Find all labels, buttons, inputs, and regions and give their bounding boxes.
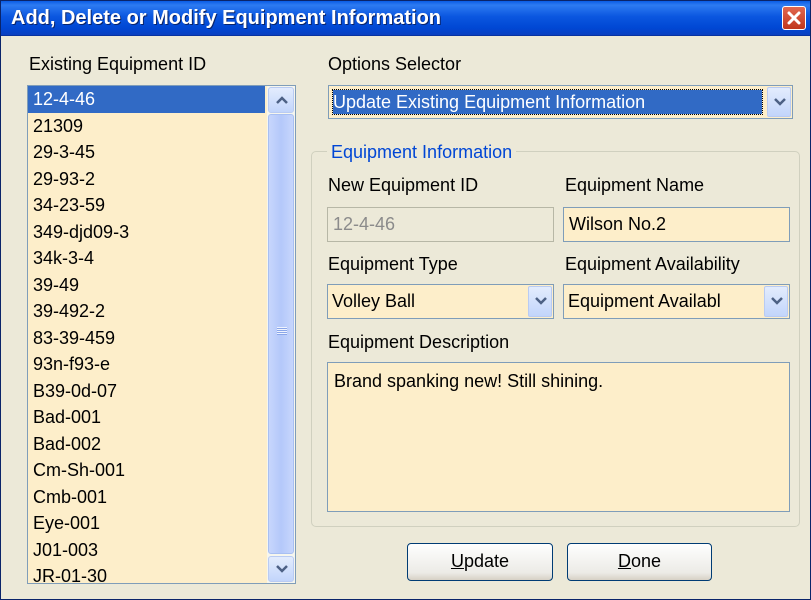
done-mnemonic: D (617, 551, 631, 571)
equipment-name-field[interactable]: Wilson No.2 (563, 207, 790, 242)
list-item[interactable]: 29-93-2 (28, 166, 265, 193)
list-item[interactable]: 34-23-59 (28, 192, 265, 219)
close-icon (787, 11, 801, 25)
existing-equipment-id-label: Existing Equipment ID (29, 54, 207, 74)
new-equipment-id-label: New Equipment ID (328, 175, 479, 195)
equipment-type-dropdown-button[interactable] (528, 286, 552, 317)
list-item[interactable]: Eye-001 (28, 510, 265, 537)
list-item[interactable]: Cm-Sh-001 (28, 457, 265, 484)
equipment-availability-label: Equipment Availability (565, 254, 740, 274)
chevron-down-icon (774, 98, 786, 106)
list-item[interactable]: Cmb-001 (28, 484, 265, 511)
list-item[interactable]: 39-49 (28, 272, 265, 299)
equipment-type-dropdown[interactable]: Volley Ball (327, 284, 554, 319)
update-label: pdate (463, 551, 510, 571)
done-label: one (630, 551, 662, 571)
list-item[interactable]: 29-3-45 (28, 139, 265, 166)
list-item[interactable]: 21309 (28, 113, 265, 140)
list-item[interactable]: B39-0d-07 (28, 378, 265, 405)
chevron-down-icon (276, 565, 288, 573)
list-item[interactable]: 39-492-2 (28, 298, 265, 325)
title-bar[interactable]: Add, Delete or Modify Equipment Informat… (1, 1, 810, 36)
list-item[interactable]: 83-39-459 (28, 325, 265, 352)
equipment-availability-dropdown-button[interactable] (764, 286, 788, 317)
equipment-availability-value: Equipment Availabl (568, 291, 721, 311)
list-item[interactable]: 34k-3-4 (28, 245, 265, 272)
options-selector-label: Options Selector (328, 54, 462, 74)
equipment-availability-dropdown[interactable]: Equipment Availabl (563, 284, 790, 319)
chevron-up-icon (276, 96, 288, 104)
equipment-description-label: Equipment Description (328, 332, 510, 352)
equipment-information-title: Equipment Information (327, 141, 517, 163)
list-item[interactable]: Bad-002 (28, 431, 265, 458)
equipment-dialog: Add, Delete or Modify Equipment Informat… (0, 0, 811, 600)
close-button[interactable] (782, 6, 806, 30)
list-scrollbar[interactable] (267, 86, 295, 583)
update-button[interactable]: Update (407, 543, 553, 581)
scroll-down-button[interactable] (268, 556, 294, 582)
list-item[interactable]: Bad-001 (28, 404, 265, 431)
window-title: Add, Delete or Modify Equipment Informat… (11, 7, 441, 29)
equipment-type-label: Equipment Type (328, 254, 458, 274)
options-selector-dropdown[interactable]: Update Existing Equipment Information (328, 85, 793, 119)
options-selector-value: Update Existing Equipment Information (332, 89, 763, 115)
equipment-type-value: Volley Ball (332, 291, 416, 311)
list-item[interactable]: 93n-f93-e (28, 351, 265, 378)
chevron-down-icon (535, 297, 547, 305)
update-mnemonic: U (450, 551, 464, 571)
scroll-thumb[interactable] (268, 114, 294, 554)
equipment-name-label: Equipment Name (565, 175, 705, 195)
grip-icon (277, 327, 287, 335)
equipment-id-listbox[interactable]: 12-4-46 21309 29-3-45 29-93-2 34-23-59 349-dj… (27, 85, 296, 584)
list-item[interactable]: 12-4-46 (28, 86, 265, 113)
chevron-down-icon (771, 297, 783, 305)
list-item[interactable]: J01-003 (28, 537, 265, 564)
equipment-description-field[interactable]: Brand spanking new! Still shining. (327, 362, 790, 512)
list-item[interactable]: 349-djd09-3 (28, 219, 265, 246)
equipment-id-list: 12-4-46 21309 29-3-45 29-93-2 34-23-59 349-dj… (28, 86, 265, 583)
new-equipment-id-field: 12-4-46 (327, 207, 554, 242)
options-dropdown-button[interactable] (767, 87, 791, 117)
list-item[interactable]: JR-01-30 (28, 563, 265, 583)
scroll-up-button[interactable] (268, 87, 294, 113)
done-button[interactable]: Done (567, 543, 712, 581)
